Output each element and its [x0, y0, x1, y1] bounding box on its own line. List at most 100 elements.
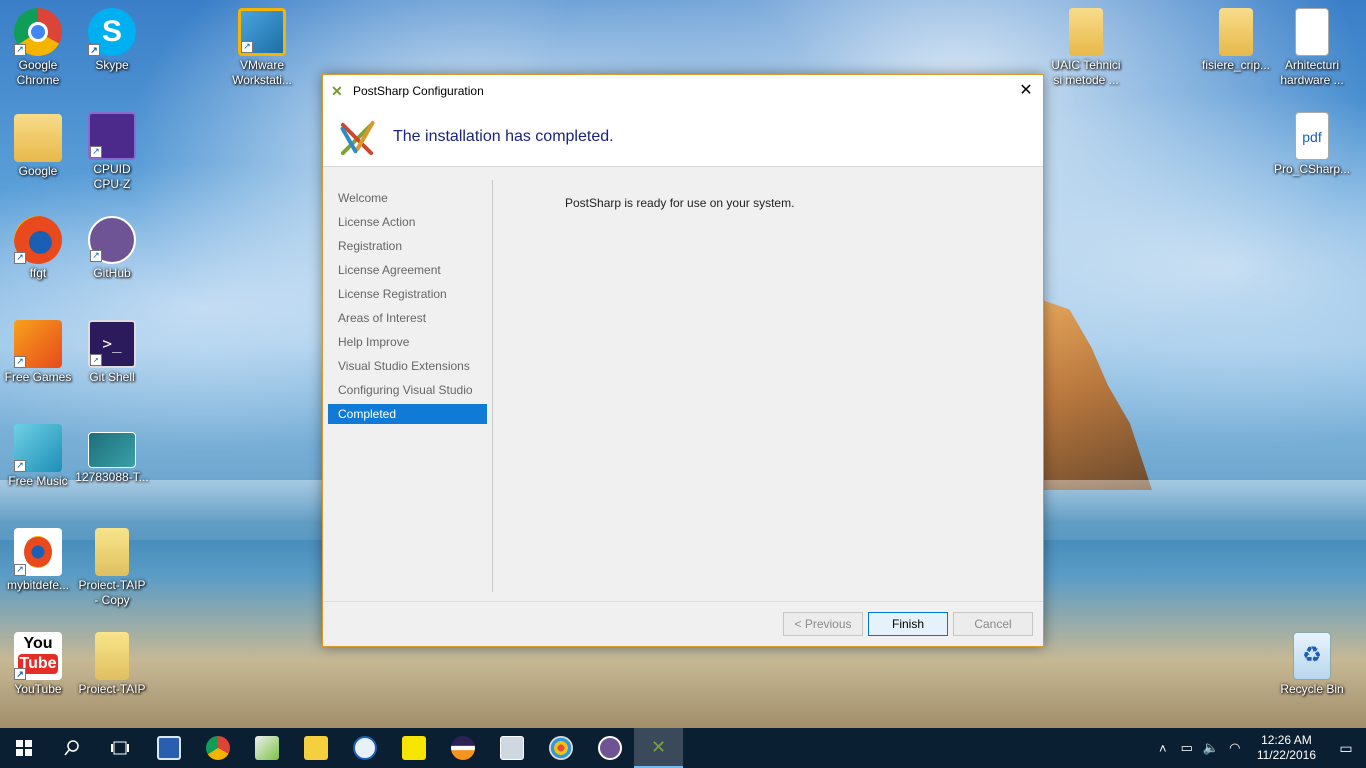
- step-item-license-registration: License Registration: [338, 287, 447, 301]
- task-view-icon: [111, 741, 129, 755]
- step-item-areas-of-interest: Areas of Interest: [338, 311, 427, 325]
- chrome-icon: [205, 736, 230, 760]
- desktop-icon-proiect-taip[interactable]: Proiect-TAIP: [74, 632, 150, 697]
- desktop-icon-label: Skype: [95, 58, 129, 72]
- dialog-title: PostSharp Configuration: [353, 84, 484, 98]
- chrome-icon: ↗: [14, 8, 62, 56]
- eclipse-icon: [450, 736, 475, 760]
- q-app-icon: [352, 736, 377, 760]
- desktop-icon-proiect-taip-copy[interactable]: Proiect-TAIP - Copy: [74, 528, 150, 608]
- monitor-icon: [499, 736, 524, 760]
- step-item-license-agreement: License Agreement: [338, 263, 441, 277]
- task-view-button[interactable]: [96, 728, 144, 768]
- desktop-icon-label: Google: [18, 164, 58, 178]
- start-button[interactable]: [0, 728, 48, 768]
- recycle-bin-icon: ♻: [1293, 632, 1331, 680]
- desktop-icon-label: 12783088-T...: [75, 470, 149, 484]
- notifications-icon[interactable]: ▭: [1326, 740, 1366, 757]
- github-icon: ↗: [88, 216, 136, 264]
- desktop-icon-uaic-folder[interactable]: UAIC Tehnici si metode ...: [1048, 8, 1124, 88]
- step-item-registration: Registration: [338, 239, 403, 253]
- winrar-icon: [95, 528, 129, 576]
- desktop-icon-fisiere-folder[interactable]: fisiere_crip...: [1198, 8, 1274, 73]
- image-icon: [88, 432, 136, 468]
- github-icon: [597, 736, 622, 760]
- skype-icon: S ↗: [88, 8, 136, 56]
- vmware-icon: ↗: [238, 8, 286, 56]
- sticky-icon: [401, 736, 426, 760]
- taskbar-app-q[interactable]: [340, 728, 389, 768]
- desktop-icon-label: Proiect-TAIP: [78, 682, 146, 696]
- desktop-icon-recycle-bin[interactable]: ♻ Recycle Bin: [1274, 632, 1350, 697]
- system-tray: ˄ ▭ 🔈 ◠ 12:26 AM 11/22/2016 ▭: [1151, 733, 1366, 763]
- desktop-icon-image-file[interactable]: 12783088-T...: [74, 432, 150, 485]
- bitdefender-icon: ↗: [14, 528, 62, 576]
- desktop-icon-google-chrome[interactable]: ↗ Google Chrome: [0, 8, 76, 88]
- desktop-icon-label: ffgt: [29, 266, 47, 280]
- desktop-icon-mybitdefender[interactable]: ↗ mybitdefe...: [0, 528, 76, 593]
- desktop-icon-label: Proiect-TAIP - Copy: [78, 578, 146, 607]
- step-item-configuring-vs: Configuring Visual Studio: [338, 383, 473, 397]
- desktop-icon-label: Git Shell: [89, 370, 135, 384]
- wifi-icon[interactable]: ◠: [1223, 740, 1247, 756]
- firefox-icon: ↗: [14, 216, 62, 264]
- desktop-icon-label: Recycle Bin: [1280, 682, 1344, 696]
- desktop-icon-label: Arhitecturi hardware ...: [1280, 58, 1344, 87]
- clock-date: 11/22/2016: [1256, 748, 1316, 762]
- previous-button[interactable]: < Previous: [783, 612, 863, 636]
- taskbar-app-save[interactable]: [144, 728, 193, 768]
- search-icon: [64, 740, 79, 756]
- desktop-icon-youtube[interactable]: You Tube ↗ YouTube: [0, 632, 76, 697]
- desktop-icon-github[interactable]: ↗ GitHub: [74, 216, 150, 281]
- free-games-icon: ↗: [14, 320, 62, 368]
- taskbar-app-postsharp[interactable]: ✕: [634, 728, 683, 768]
- desktop-icon-label: Google Chrome: [16, 58, 60, 87]
- desktop-icon-ffgt[interactable]: ↗ ffgt: [0, 216, 76, 281]
- dialog-titlebar[interactable]: ✕ PostSharp Configuration ✕: [323, 75, 1043, 107]
- desktop-icon-label: VMware Workstati...: [232, 58, 292, 87]
- desktop-icon-google-folder[interactable]: Google: [0, 114, 76, 179]
- taskbar-app-sticky[interactable]: [389, 728, 438, 768]
- taskbar-app-eclipse[interactable]: [438, 728, 487, 768]
- paint-icon: [548, 736, 573, 760]
- taskbar-app-monitor[interactable]: [487, 728, 536, 768]
- search-button[interactable]: [48, 728, 96, 768]
- wallpaper-rock: [1042, 300, 1152, 490]
- taskbar-app-paint[interactable]: [536, 728, 585, 768]
- close-icon[interactable]: ✕: [1009, 75, 1043, 107]
- desktop-icon-arhitecturi-folder[interactable]: Arhitecturi hardware ...: [1274, 8, 1350, 88]
- step-item-completed: Completed: [328, 404, 487, 424]
- desktop-icon-skype[interactable]: S ↗ Skype: [74, 8, 150, 73]
- windows-icon: [16, 740, 32, 756]
- battery-icon[interactable]: ▭: [1175, 740, 1199, 756]
- volume-icon[interactable]: 🔈: [1199, 740, 1223, 756]
- postsharp-logo-icon: [333, 117, 381, 157]
- folder-icon: [14, 114, 62, 162]
- cancel-button[interactable]: Cancel: [953, 612, 1033, 636]
- clock[interactable]: 12:26 AM 11/22/2016: [1247, 733, 1326, 763]
- dialog-header: The installation has completed.: [323, 107, 1043, 167]
- youtube-icon: You Tube ↗: [14, 632, 62, 680]
- step-item-license-action: License Action: [338, 215, 416, 229]
- xd-icon: [303, 736, 328, 760]
- winrar-icon: [95, 632, 129, 680]
- finish-button[interactable]: Finish: [868, 612, 948, 636]
- taskbar-app-xd[interactable]: [291, 728, 340, 768]
- dialog-header-title: The installation has completed.: [393, 127, 614, 145]
- desktop-icon-cpuz[interactable]: ↗ CPUID CPU-Z: [74, 112, 150, 192]
- folder-icon: [1295, 8, 1329, 56]
- dialog-body: Welcome License Action Registration Lice…: [323, 168, 1043, 601]
- desktop-icon-free-games[interactable]: ↗ Free Games: [0, 320, 76, 385]
- taskbar-app-chrome[interactable]: [193, 728, 242, 768]
- desktop-icon-label: Free Games: [4, 370, 72, 384]
- taskbar-app-notepad[interactable]: [242, 728, 291, 768]
- desktop-icon-free-music[interactable]: ↗ Free Music: [0, 424, 76, 489]
- desktop-icon-vmware[interactable]: ↗ VMware Workstati...: [224, 8, 300, 88]
- taskbar-app-github[interactable]: [585, 728, 634, 768]
- postsharp-app-icon: ✕: [331, 83, 343, 99]
- desktop-icon-pdf[interactable]: pdf Pro_CSharp...: [1274, 112, 1350, 177]
- desktop-icon-git-shell[interactable]: >_ ↗ Git Shell: [74, 320, 150, 385]
- steps-list: Welcome License Action Registration Lice…: [328, 186, 487, 424]
- step-item-help-improve: Help Improve: [338, 335, 410, 349]
- chevron-up-icon[interactable]: ˄: [1151, 741, 1175, 756]
